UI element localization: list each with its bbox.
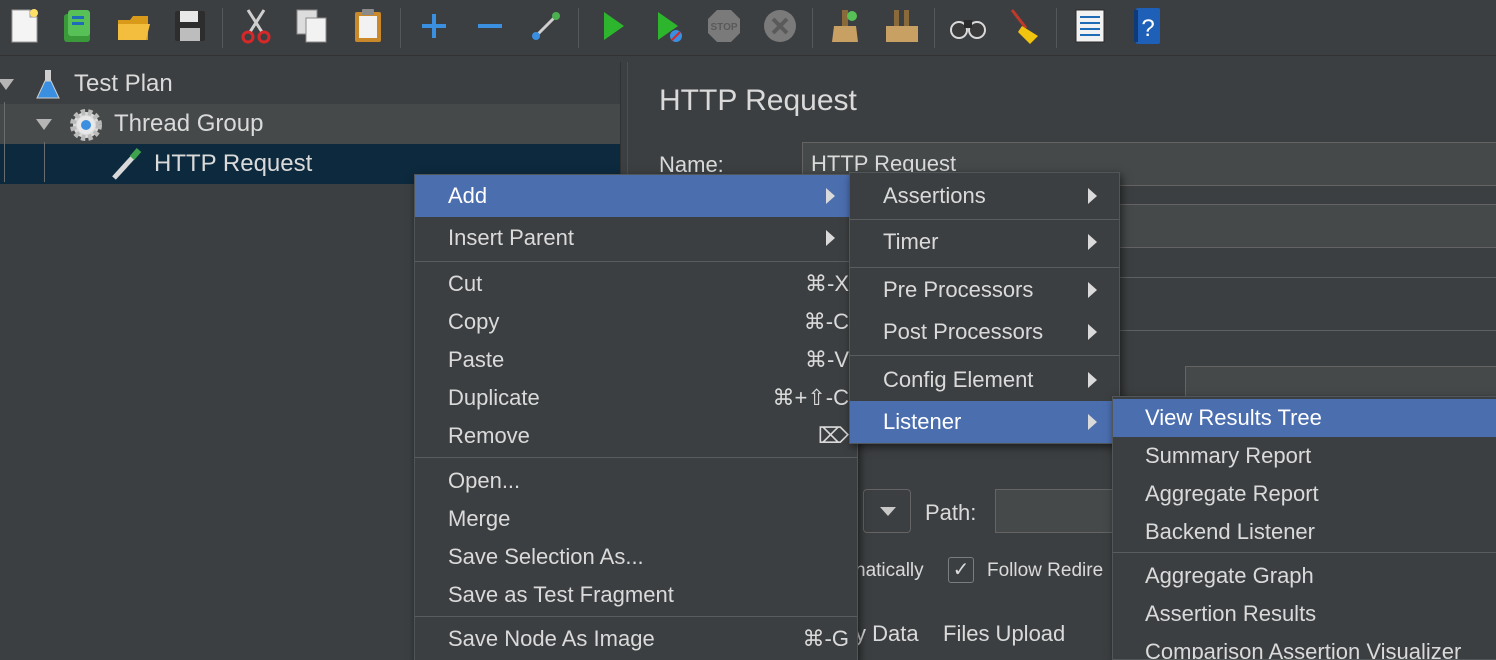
- submenu-item-timer[interactable]: Timer: [850, 221, 1119, 263]
- gear-icon: [68, 107, 104, 143]
- menu-item-merge[interactable]: Merge: [415, 500, 857, 538]
- method-dropdown-button[interactable]: [863, 489, 911, 533]
- expand-icon[interactable]: [412, 4, 456, 48]
- paste-icon[interactable]: [346, 4, 390, 48]
- help-icon[interactable]: ?: [1124, 4, 1168, 48]
- tree-node-label: Thread Group: [114, 110, 264, 137]
- submenu-item-assertions[interactable]: Assertions: [850, 175, 1119, 217]
- svg-text:?: ?: [1141, 15, 1154, 42]
- menu-item-copy[interactable]: Copy ⌘-C: [415, 303, 857, 341]
- submenu-item-aggregate-report[interactable]: Aggregate Report: [1113, 475, 1496, 513]
- menu-item-save-node-as-image[interactable]: Save Node As Image ⌘-G: [415, 620, 857, 658]
- submenu-item-listener[interactable]: Listener: [850, 401, 1119, 443]
- chevron-right-icon: [826, 188, 835, 204]
- menu-item-save-selection-as[interactable]: Save Selection As...: [415, 538, 857, 576]
- tree-node-thread-group[interactable]: Thread Group: [0, 104, 620, 144]
- menu-separator: [415, 616, 857, 617]
- submenu-item-assertion-results[interactable]: Assertion Results: [1113, 595, 1496, 633]
- open-icon[interactable]: [112, 4, 156, 48]
- chevron-right-icon: [826, 230, 835, 246]
- tree-node-label: Test Plan: [74, 70, 173, 97]
- jmeter-window: STOP ? Test Plan Thread Group HTTP Reque…: [0, 0, 1496, 660]
- follow-redirects-checkbox[interactable]: ✓: [948, 557, 974, 583]
- toggle-icon[interactable]: [524, 4, 568, 48]
- clear-all-icon[interactable]: [880, 4, 924, 48]
- menu-item-insert-parent[interactable]: Insert Parent: [415, 217, 857, 259]
- redirect-auto-label: natically: [855, 560, 924, 581]
- function-helper-icon[interactable]: [1068, 4, 1112, 48]
- svg-text:STOP: STOP: [710, 22, 737, 33]
- pipette-icon: [108, 146, 144, 182]
- expanded-triangle-icon[interactable]: [36, 119, 52, 130]
- tree-node-label: HTTP Request: [154, 150, 313, 177]
- chevron-right-icon: [1088, 282, 1097, 298]
- page-title: HTTP Request: [659, 84, 857, 117]
- toolbar: STOP ?: [0, 0, 1496, 56]
- copy-icon[interactable]: [290, 4, 334, 48]
- add-submenu: Assertions Timer Pre Processors Post Pro…: [849, 172, 1120, 444]
- submenu-item-view-results-tree[interactable]: View Results Tree: [1113, 399, 1496, 437]
- tree-guide-line: [4, 102, 5, 182]
- menu-separator: [850, 219, 1119, 220]
- search-icon[interactable]: [946, 4, 990, 48]
- menu-separator: [850, 267, 1119, 268]
- menu-separator: [415, 457, 857, 458]
- menu-separator: [850, 355, 1119, 356]
- tab-body-data[interactable]: y Data: [855, 621, 919, 647]
- chevron-right-icon: [1088, 324, 1097, 340]
- submenu-item-backend-listener[interactable]: Backend Listener: [1113, 513, 1496, 551]
- new-icon[interactable]: [2, 4, 46, 48]
- submenu-item-pre-processors[interactable]: Pre Processors: [850, 269, 1119, 311]
- clear-icon[interactable]: [824, 4, 868, 48]
- submenu-item-aggregate-graph[interactable]: Aggregate Graph: [1113, 557, 1496, 595]
- chevron-right-icon: [1088, 188, 1097, 204]
- menu-item-duplicate[interactable]: Duplicate ⌘+⇧-C: [415, 379, 857, 417]
- chevron-right-icon: [1088, 414, 1097, 430]
- submenu-item-comparison-assertion-visualizer[interactable]: Comparison Assertion Visualizer: [1113, 633, 1496, 659]
- templates-icon[interactable]: [56, 4, 100, 48]
- tab-files-upload[interactable]: Files Upload: [943, 621, 1065, 647]
- menu-item-open[interactable]: Open...: [415, 462, 857, 500]
- start-no-pause-icon[interactable]: [646, 4, 690, 48]
- cut-icon[interactable]: [234, 4, 278, 48]
- menu-item-save-as-test-fragment[interactable]: Save as Test Fragment: [415, 576, 857, 614]
- start-icon[interactable]: [590, 4, 634, 48]
- menu-item-add[interactable]: Add: [415, 175, 857, 217]
- expanded-triangle-icon[interactable]: [0, 79, 14, 90]
- chevron-right-icon: [1088, 234, 1097, 250]
- submenu-item-post-processors[interactable]: Post Processors: [850, 311, 1119, 353]
- path-label: Path:: [925, 500, 977, 525]
- menu-separator: [415, 261, 857, 262]
- menu-separator: [1113, 552, 1496, 553]
- context-menu: Add Insert Parent Cut ⌘-X Copy ⌘-C Paste…: [414, 174, 858, 660]
- menu-item-cut[interactable]: Cut ⌘-X: [415, 265, 857, 303]
- menu-item-paste[interactable]: Paste ⌘-V: [415, 341, 857, 379]
- collapse-icon[interactable]: [468, 4, 512, 48]
- submenu-item-config-element[interactable]: Config Element: [850, 359, 1119, 401]
- tree-node-test-plan[interactable]: Test Plan: [0, 64, 620, 104]
- listener-submenu: View Results Tree Summary Report Aggrega…: [1112, 396, 1496, 660]
- chevron-right-icon: [1088, 372, 1097, 388]
- follow-redirects-label: Follow Redire: [987, 560, 1104, 581]
- shutdown-icon[interactable]: [758, 4, 802, 48]
- tree-guide-line: [44, 142, 45, 182]
- flask-icon: [34, 68, 62, 100]
- submenu-item-summary-report[interactable]: Summary Report: [1113, 437, 1496, 475]
- save-icon[interactable]: [168, 4, 212, 48]
- menu-item-remove[interactable]: Remove ⌦: [415, 417, 857, 455]
- reset-search-icon[interactable]: [1002, 4, 1046, 48]
- stop-icon[interactable]: STOP: [702, 4, 746, 48]
